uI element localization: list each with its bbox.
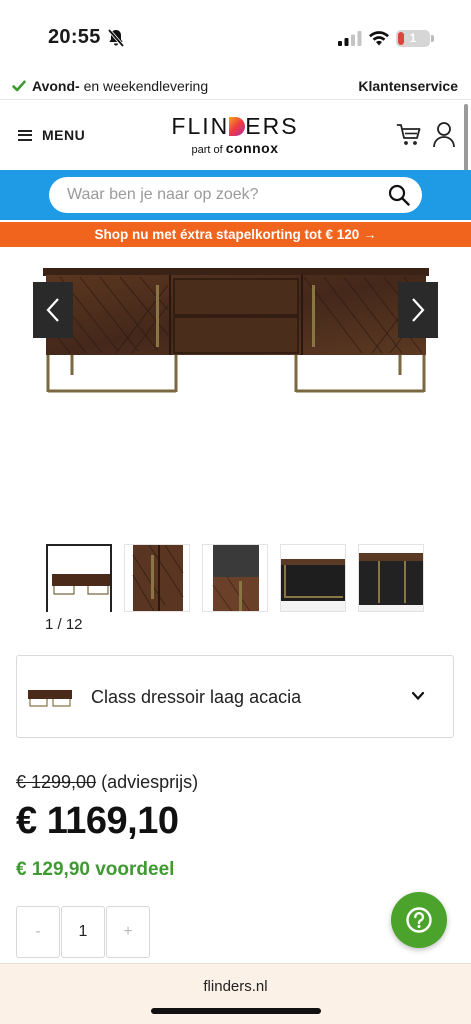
browser-url-bar[interactable]: flinders.nl <box>0 963 471 1024</box>
thumbnail[interactable] <box>46 544 112 612</box>
logo-d-mark <box>229 117 246 136</box>
quantity-input[interactable]: 1 <box>61 906 105 958</box>
menu-button[interactable]: MENU <box>18 124 85 146</box>
thumbnail[interactable] <box>124 544 190 612</box>
battery-icon: 1 <box>396 30 434 47</box>
promo-banner[interactable]: Shop nu met éxtra stapelkorting tot € 12… <box>0 222 471 247</box>
check-icon <box>12 80 26 92</box>
chevron-left-icon <box>46 298 59 322</box>
old-price: € 1299,00 (adviesprijs) <box>16 772 199 792</box>
user-icon[interactable] <box>432 121 456 149</box>
customer-service-link[interactable]: Klantenservice <box>358 78 458 94</box>
search-bar <box>0 170 471 220</box>
usp-bar: Avond- en weekendlevering Klantenservice <box>0 72 471 100</box>
variant-name: Class dressoir laag acacia <box>91 687 302 707</box>
chevron-right-icon <box>412 298 425 322</box>
image-counter: 1 / 12 <box>45 616 83 633</box>
chevron-down-icon <box>411 691 425 701</box>
price: € 1169,10 <box>16 800 179 842</box>
delivery-text: Avond- en weekendlevering <box>32 78 209 94</box>
variant-select[interactable]: Class dressoir laag acacia <box>16 655 454 738</box>
home-indicator[interactable] <box>151 1008 321 1014</box>
menu-label: MENU <box>42 127 86 143</box>
search-input[interactable] <box>67 177 367 213</box>
url-text: flinders.nl <box>203 978 268 995</box>
wifi-icon <box>369 31 389 46</box>
thumbnail[interactable] <box>358 544 424 612</box>
battery-level: 1 <box>409 31 417 45</box>
site-header: MENU FLIN ERS part of connox <box>0 100 471 170</box>
gallery-prev-button[interactable] <box>33 282 73 338</box>
help-button[interactable] <box>391 892 447 948</box>
product-image[interactable] <box>40 265 432 425</box>
gallery-next-button[interactable] <box>398 282 438 338</box>
hamburger-icon <box>18 129 32 141</box>
thumbnail[interactable] <box>280 544 346 612</box>
quantity-increase-button[interactable]: + <box>106 906 150 958</box>
bell-muted-icon <box>107 28 125 48</box>
signal-icon <box>338 31 362 46</box>
question-icon <box>406 907 432 933</box>
flinders-logo[interactable]: FLIN ERS part of connox <box>170 114 300 156</box>
variant-thumbnail <box>28 690 72 707</box>
search-icon[interactable] <box>388 184 410 206</box>
thumbnail[interactable] <box>202 544 268 612</box>
status-bar: 20:55 1 <box>0 0 471 72</box>
search-field <box>49 177 422 213</box>
saving-label: € 129,90 voordeel <box>16 859 175 880</box>
cart-icon[interactable] <box>396 122 422 148</box>
quantity-decrease-button[interactable]: - <box>16 906 60 958</box>
clock: 20:55 <box>48 26 101 48</box>
